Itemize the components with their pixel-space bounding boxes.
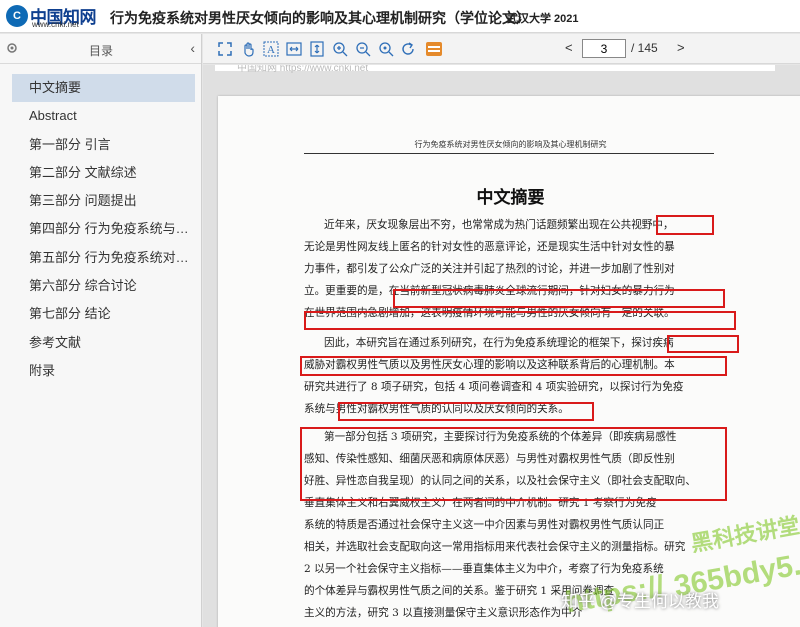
text-line: 系统的特质是否通过社会保守主义这一中介因素与男性对霸权男性气质认同正: [304, 519, 665, 531]
previous-page-edge: 中国知网 https://www.cnki.net: [215, 65, 775, 74]
document-viewer[interactable]: 中国知网 https://www.cnki.net ⌃ 行为免疫系统对男性厌女倾…: [203, 65, 800, 627]
fit-page-icon[interactable]: [217, 41, 233, 57]
document-meta: 武汉大学 2021: [507, 13, 579, 25]
toc-item[interactable]: ›第四部分 行为免疫系统与霸权...: [12, 215, 195, 243]
top-bar: C 中国知网 www.cnki.net 行为免疫系统对男性厌女倾向的影响及其心理…: [0, 0, 800, 33]
abstract-title: 中文摘要: [476, 188, 545, 208]
running-head: 行为免疫系统对男性厌女倾向的影响及其心理机制研究: [414, 140, 607, 149]
toc-item[interactable]: ›第一部分 引言: [12, 131, 195, 159]
toc-item-label: 第一部分 引言: [29, 136, 111, 152]
highlight-box: [304, 311, 736, 330]
toc-item[interactable]: ›第二部分 文献综述: [12, 159, 195, 187]
rotate-spacer: [399, 40, 417, 58]
highlight-box: [338, 402, 594, 421]
toc-item-label: 第三部分 问题提出: [29, 193, 137, 209]
toc-item-label: 参考文献: [29, 334, 82, 350]
toc-list: 中文摘要 Abstract ›第一部分 引言 ›第二部分 文献综述 ›第三部分 …: [0, 74, 201, 385]
toc-item[interactable]: 第七部分 结论: [12, 300, 195, 328]
text-line: 相关，并选取社会支配取向这一常用指标用来代表社会保守主义的测量指标。研究: [304, 541, 686, 553]
fit-height-icon[interactable]: [309, 41, 325, 57]
page-number-input[interactable]: [582, 39, 626, 58]
toc-sidebar: 目录 ‹ 中文摘要 Abstract ›第一部分 引言 ›第二部分 文献综述 ›…: [0, 34, 202, 627]
svg-text:A: A: [267, 44, 275, 56]
reader-toolbar: A < / 145 >: [203, 34, 800, 64]
previous-page-footer: 中国知网 https://www.cnki.net: [237, 65, 369, 74]
toc-header: 目录 ‹: [0, 34, 201, 64]
highlight-box: [656, 215, 714, 235]
hand-tool-icon[interactable]: [241, 41, 257, 57]
toc-item[interactable]: ›第五部分 行为免疫系统对厌女...: [12, 244, 195, 272]
toc-item[interactable]: 中文摘要: [12, 74, 195, 103]
highlight-box: [300, 356, 727, 376]
cnki-logo[interactable]: C 中国知网 www.cnki.net: [6, 3, 102, 30]
document-title: 行为免疫系统对男性厌女倾向的影响及其心理机制研究（学位论文）: [110, 10, 530, 26]
toc-title: 目录: [88, 44, 113, 58]
highlight-box: [667, 335, 739, 353]
zoom-in-icon[interactable]: [332, 41, 348, 57]
highlight-box: [300, 427, 727, 501]
logo-url: www.cnki.net: [32, 20, 79, 29]
zhihu-watermark: 知乎 @专生何以教我: [561, 592, 719, 611]
zoom-reset-icon[interactable]: [378, 41, 394, 57]
zoom-out-icon[interactable]: [355, 41, 371, 57]
text-line: 无论是男性网友线上匿名的针对女性的恶意评论，还是现实生活中针对女性的暴: [304, 241, 675, 253]
bookmark-icon[interactable]: [425, 41, 443, 57]
scroll-up-icon[interactable]: ⌃: [506, 65, 522, 77]
toc-item-label: 第二部分 文献综述: [29, 164, 137, 180]
toc-item-label: 第七部分 结论: [29, 306, 111, 322]
cnki-logo-mark: C: [6, 5, 28, 27]
header-rule: [304, 153, 714, 154]
toc-item-label: 附录: [29, 362, 56, 378]
text-select-icon[interactable]: A: [263, 41, 279, 57]
next-page-button[interactable]: >: [677, 40, 685, 55]
toc-item-label: Abstract: [29, 108, 77, 124]
fit-width-icon[interactable]: [286, 41, 302, 57]
previous-page-button[interactable]: <: [565, 40, 573, 55]
highlight-box: [393, 289, 725, 308]
toc-item[interactable]: 附录: [12, 357, 195, 385]
toc-item[interactable]: 参考文献: [12, 329, 195, 357]
toc-item-label: 第四部分 行为免疫系统与霸权...: [29, 221, 195, 237]
text-line: 研究共进行了 8 项子研究，包括 4 项问卷调查和 4 项实验研究，以探讨行为免…: [304, 381, 684, 393]
toc-item[interactable]: Abstract: [12, 102, 195, 130]
toc-item-label: 第六部分 综合讨论: [29, 278, 137, 294]
collapse-sidebar-icon[interactable]: ‹: [190, 40, 195, 56]
page-total: / 145: [631, 41, 658, 55]
toc-item-label: 中文摘要: [29, 80, 82, 95]
toc-item[interactable]: ›第三部分 问题提出: [12, 187, 195, 215]
toc-item-label: 第五部分 行为免疫系统对厌女...: [29, 249, 195, 265]
text-line: 力事件，都引发了公众广泛的关注并引起了热烈的讨论，并进一步加剧了性别对: [304, 263, 675, 275]
toc-item[interactable]: ›第六部分 综合讨论: [12, 272, 195, 300]
